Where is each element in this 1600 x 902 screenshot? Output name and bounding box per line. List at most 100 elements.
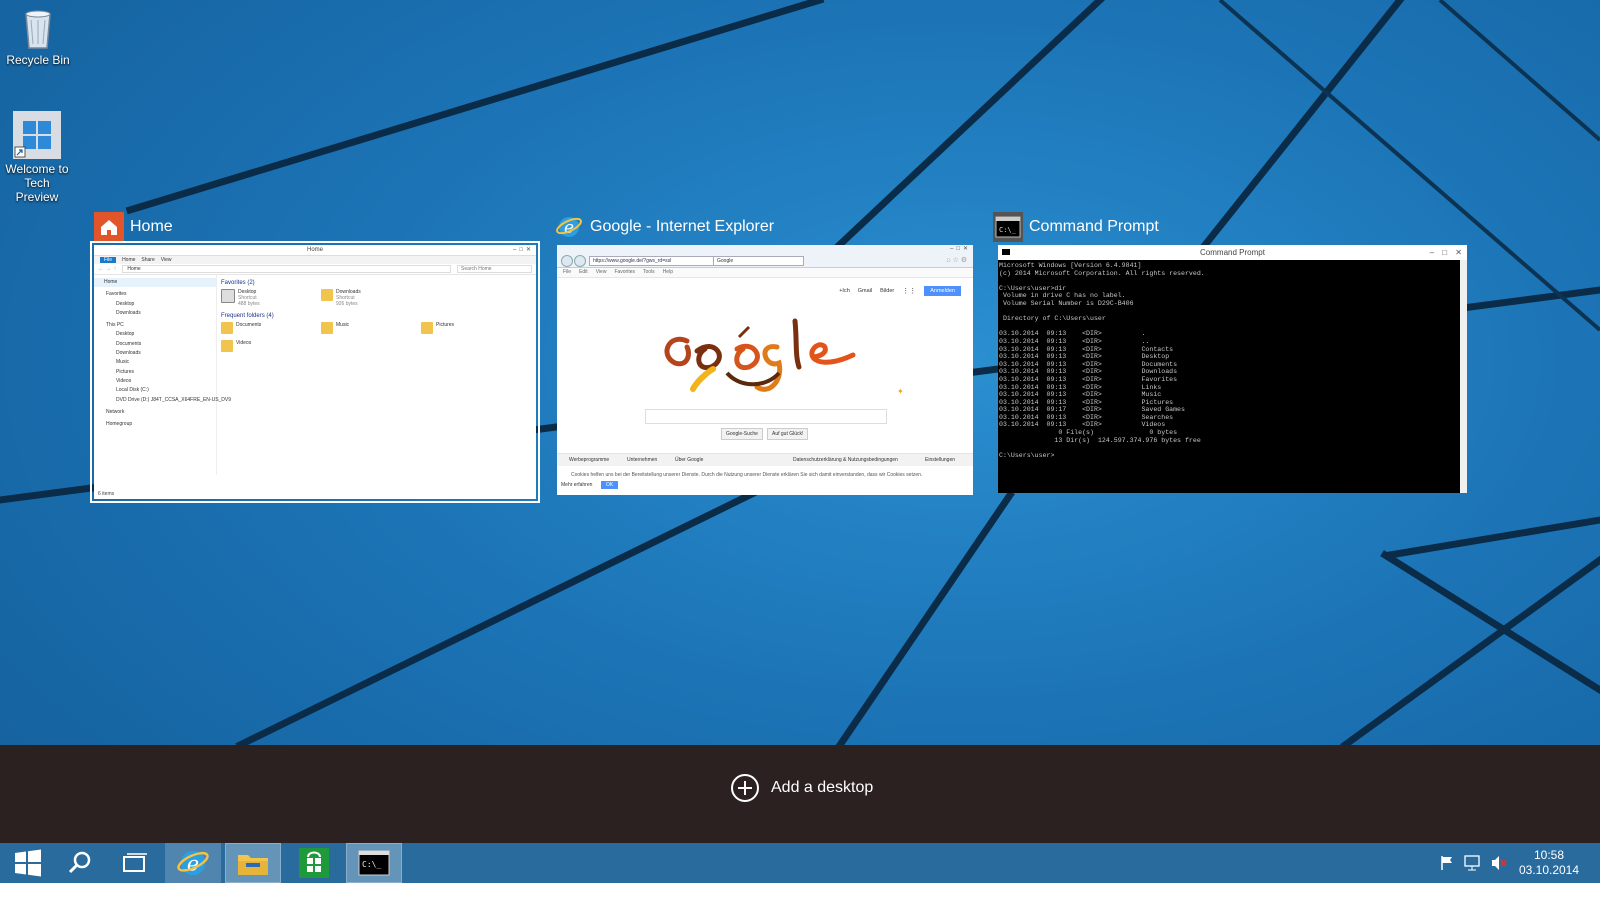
window-title-cmd[interactable]: C:\_ Command Prompt [993,210,1159,244]
taskbar-file-explorer[interactable] [225,843,281,883]
plus-circle-icon [731,774,759,802]
nav-item: Videos [116,377,132,384]
window-title-home[interactable]: Home [94,210,173,244]
explorer-ribbon: File Home Share View [94,256,536,264]
footer-link: Einstellungen [925,457,956,463]
clock[interactable]: 10:58 03.10.2014 [1514,848,1584,878]
window-title-ie[interactable]: e Google - Internet Explorer [554,210,774,244]
welcome-label-line1: Welcome to [5,162,69,176]
nav-item: Downloads [116,350,141,357]
favorite-tile: Desktop Shortcut 488 bytes [221,289,321,307]
network-icon[interactable] [1462,852,1484,874]
address-box: Home [122,265,451,273]
google-top-links: +Ich Gmail Bilder ⋮⋮ Anmelden [839,286,961,296]
system-tray: 10:58 03.10.2014 [1436,843,1600,883]
footer-link: Über Google [675,457,704,463]
explorer-status-bar: 6 items [98,491,115,497]
google-search-input [645,409,887,424]
nav-item: Downloads [116,309,141,316]
ribbon-tab-share: Share [141,257,155,263]
explorer-content: Favorites (2) Desktop Shortcut 488 bytes… [217,275,536,475]
nav-arrows-icon: ← → ↑ [98,266,117,272]
desktop-folder-icon [221,289,235,303]
start-button[interactable] [0,843,56,883]
add-desktop-button[interactable]: Add a desktop [731,774,873,802]
taskbar-internet-explorer[interactable]: e [165,843,221,883]
taskbar-store[interactable] [286,843,342,883]
recycle-bin-label: Recycle Bin [6,53,70,67]
search-box: Search Home [457,265,532,273]
cmd-window-title: Command Prompt [1200,248,1265,257]
favorites-heading: Favorites (2) [221,280,255,286]
tile-name: Documents [236,322,262,328]
ribbon-tab-home: Home [122,257,136,263]
command-prompt-icon: C:\_ [993,212,1023,242]
footer-link: Datenschutzerklärung & Nutzungsbedingung… [793,457,898,463]
nav-item: Desktop [116,331,135,338]
forward-icon [574,255,586,267]
search-icon [68,851,91,874]
menu-item: View [595,269,607,275]
explorer-nav-pane: Home Favorites Desktop Downloads This PC… [94,275,231,475]
file-explorer-icon [238,855,268,875]
music-folder-icon [321,322,333,334]
internet-explorer-icon: e [177,850,209,875]
cookie-notice: Cookies helfen uns bei der Bereitstellun… [571,472,923,478]
svg-text:C:\_: C:\_ [999,226,1017,234]
volume-muted-icon[interactable] [1488,852,1510,874]
task-view-icon [123,853,147,872]
recycle-bin-desktop-icon[interactable]: Recycle Bin [3,6,73,67]
ie-window-thumbnail[interactable]: –□✕ https://www.google.de/?gws_rd=ssl Go… [557,245,973,495]
nav-item: Documents [116,340,142,347]
google-doodle-logo [664,318,856,392]
action-center-flag-icon[interactable] [1436,852,1458,874]
cmd-window-thumbnail[interactable]: Command Prompt – □ ✕ Microsoft Windows [… [998,245,1467,493]
menu-item: Help [662,269,673,275]
explorer-window-title: Home [306,247,323,253]
top-link: Bilder [880,288,895,294]
documents-folder-icon [221,322,233,334]
google-search-button: Google-Suche [721,428,763,440]
nav-item: Homegroup [106,421,133,428]
add-desktop-bar: Add a desktop [0,745,1600,843]
tile-name: Music [336,322,350,328]
share-icon: ✦ [897,387,904,396]
tile-name: Pictures [436,322,455,328]
task-view-button[interactable] [106,843,162,883]
explorer-address-bar: ← → ↑ Home Search Home [94,264,536,275]
cmd-title-icon [1002,249,1010,255]
more-info-link: Mehr erfahren [561,482,593,488]
ie-toolbar: –□✕ https://www.google.de/?gws_rd=ssl Go… [557,245,973,268]
search-button[interactable] [52,843,108,883]
clock-time: 10:58 [1533,848,1565,862]
nav-item: Music [116,359,130,366]
ie-address-bar: https://www.google.de/?gws_rd=ssl [589,256,714,266]
videos-folder-icon [221,340,233,352]
ie-menu-bar: File Edit View Favorites Tools Help [557,268,973,278]
nav-item: Desktop [116,300,135,307]
window-title-label: Google - Internet Explorer [590,218,775,235]
nav-item: Pictures [116,368,135,375]
taskbar-command-prompt[interactable]: C:\_ [346,843,402,883]
cookie-ok-button: OK [601,481,619,489]
apps-grid-icon: ⋮⋮ [902,288,917,295]
tile-name: Videos [236,340,252,346]
cmd-titlebar: Command Prompt – □ ✕ [998,245,1467,260]
cmd-scrollbar [1460,260,1467,493]
welcome-tech-preview-desktop-icon[interactable]: Welcome to Tech Preview [2,111,72,204]
explorer-window-thumbnail[interactable]: Home –□✕ File Home Share View ← → ↑ Home… [90,241,540,503]
frequent-heading: Frequent folders (4) [221,313,274,319]
home-star-gear-icons: ⌂ ☆ ⚙ [946,257,967,264]
store-icon [299,848,329,878]
command-prompt-icon: C:\_ [358,850,390,876]
cmd-output: Microsoft Windows [Version 6.4.9841] (c)… [999,262,1205,459]
signin-button: Anmelden [924,286,961,296]
menu-item: Favorites [614,269,635,275]
clock-date: 03.10.2014 [1518,863,1580,877]
frequent-tile: Documents [221,322,321,334]
pictures-folder-icon [421,322,433,334]
frequent-tile: Pictures [421,322,521,334]
ie-tab: Google [713,256,804,266]
ribbon-tab-view: View [160,257,172,263]
window-controls: –□✕ [950,246,971,252]
